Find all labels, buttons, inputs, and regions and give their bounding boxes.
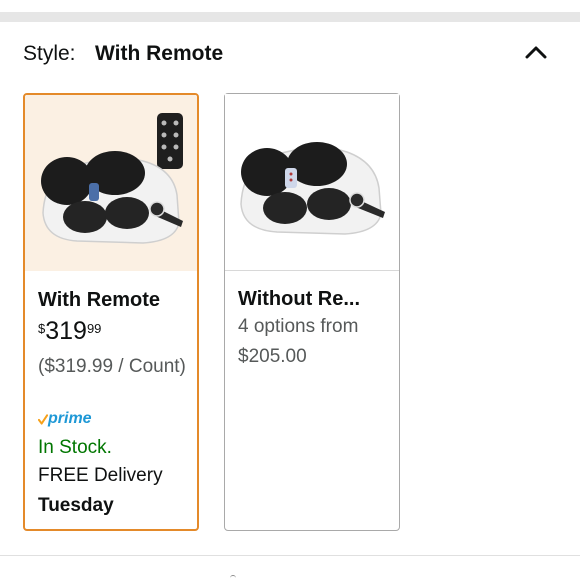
from-price: $205.00 (238, 346, 307, 367)
style-label: Style: (23, 42, 76, 65)
bottom-divider (0, 555, 580, 556)
option-title: Without Re... (238, 288, 361, 310)
chevron-up-icon[interactable] (525, 44, 547, 60)
options-count-text: 4 options from (238, 316, 359, 337)
prime-badge: prime (38, 410, 92, 428)
product-image (25, 95, 197, 271)
unit-price: ($319.99 / Count) (38, 356, 186, 377)
price-symbol: $ (38, 321, 46, 336)
selected-style-value: With Remote (95, 42, 224, 65)
style-option-without-remote[interactable]: Without Re... 4 options from $205.00 (224, 93, 400, 531)
style-selector-header[interactable]: Style: With Remote (23, 42, 553, 72)
product-image (225, 94, 399, 271)
option-price: $31999 (38, 317, 101, 346)
delivery-text: FREE Delivery (38, 465, 163, 486)
style-option-with-remote[interactable]: With Remote $31999 ($319.99 / Count) pri… (23, 93, 199, 531)
scroll-indicator (230, 575, 236, 580)
stock-status: In Stock. (38, 437, 112, 458)
price-fraction: 99 (86, 321, 102, 336)
price-whole: 319 (45, 317, 87, 345)
top-divider-bar (0, 12, 580, 22)
delivery-day: Tuesday (38, 495, 114, 516)
option-title: With Remote (38, 289, 161, 311)
prime-check-icon (38, 414, 48, 425)
prime-label: prime (48, 410, 92, 427)
